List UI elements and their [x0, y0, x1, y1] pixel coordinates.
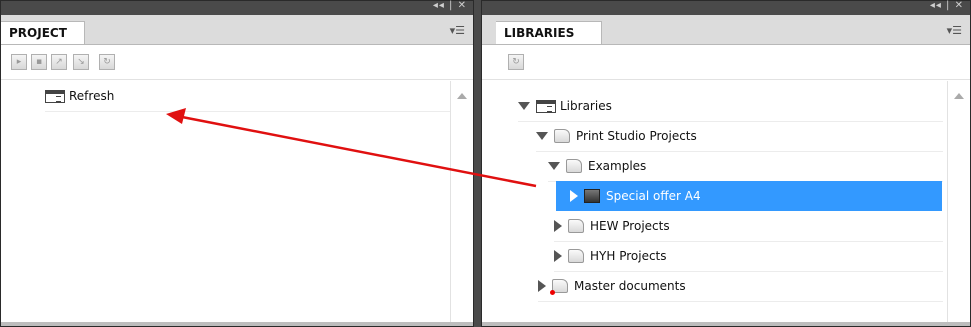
expand-arrow-icon[interactable] — [554, 250, 562, 262]
window-icon — [536, 99, 556, 113]
tree-item-special-offer-a4[interactable]: Special offer A4 — [556, 181, 942, 211]
collapse-icon[interactable]: ◂◂ | ✕ — [433, 1, 467, 11]
panel-top-strip: ◂◂ | ✕ — [1, 1, 473, 15]
expand-arrow-icon[interactable] — [570, 190, 578, 202]
libraries-tree: Libraries Print Studio Projects Examples… — [482, 81, 970, 326]
project-panel: ◂◂ | ✕ PROJECT ▾☰ ▸ ▪ ↗ ↘ ↻ Refresh — [0, 0, 474, 327]
tree-item-label: Libraries — [560, 99, 612, 113]
alert-dot-icon — [550, 290, 555, 295]
tree-item-label: Master documents — [574, 279, 686, 293]
folder-icon — [568, 249, 584, 263]
tree-item-label: Refresh — [69, 89, 115, 103]
export-icon[interactable]: ↗ — [51, 54, 67, 70]
open-icon[interactable]: ▸ — [11, 54, 27, 70]
libraries-tab-bar: LIBRARIES ▾☰ — [482, 15, 970, 45]
import-icon[interactable]: ↘ — [73, 54, 89, 70]
save-icon[interactable]: ▪ — [31, 54, 47, 70]
scroll-up-icon[interactable] — [457, 93, 467, 99]
folder-icon — [554, 129, 570, 143]
expand-arrow-icon[interactable] — [518, 102, 530, 110]
libraries-scrollbar[interactable] — [947, 81, 970, 326]
tree-item-refresh[interactable]: Refresh — [45, 81, 451, 112]
expand-arrow-icon[interactable] — [538, 280, 546, 292]
panel-menu-icon[interactable]: ▾☰ — [450, 25, 465, 36]
tab-libraries[interactable]: LIBRARIES — [496, 21, 602, 44]
project-toolbar: ▸ ▪ ↗ ↘ ↻ — [1, 45, 473, 80]
expand-arrow-icon[interactable] — [536, 132, 548, 140]
tree-item-label: Print Studio Projects — [576, 129, 697, 143]
tree-item-hyh-projects[interactable]: HYH Projects — [554, 241, 943, 272]
refresh-small-icon[interactable]: ↻ — [99, 54, 115, 70]
tree-item-label: Special offer A4 — [606, 189, 701, 203]
window-icon — [45, 89, 65, 103]
tree-item-label: HEW Projects — [590, 219, 670, 233]
folder-icon — [566, 159, 582, 173]
tree-item-print-studio-projects[interactable]: Print Studio Projects — [536, 121, 943, 152]
tree-item-label: HYH Projects — [590, 249, 667, 263]
tree-item-examples[interactable]: Examples — [548, 151, 943, 182]
expand-arrow-icon[interactable] — [554, 220, 562, 232]
panel-bottom-edge — [482, 322, 970, 326]
panel-divider[interactable] — [474, 0, 481, 327]
folder-icon — [568, 219, 584, 233]
refresh-small-icon[interactable]: ↻ — [508, 54, 524, 70]
scroll-up-icon[interactable] — [954, 93, 964, 99]
libraries-panel: ◂◂ | ✕ LIBRARIES ▾☰ ↻ Libraries Print St… — [481, 0, 971, 327]
libraries-toolbar: ↻ — [482, 45, 970, 80]
expand-arrow-icon[interactable] — [548, 162, 560, 170]
tab-project[interactable]: PROJECT — [1, 21, 85, 44]
folder-icon — [550, 279, 568, 295]
project-tab-bar: PROJECT ▾☰ — [1, 15, 473, 45]
collapse-icon[interactable]: ◂◂ | ✕ — [930, 1, 964, 11]
tree-item-libraries[interactable]: Libraries — [518, 91, 943, 122]
document-icon — [584, 189, 600, 203]
tree-item-label: Examples — [588, 159, 647, 173]
tree-item-hew-projects[interactable]: HEW Projects — [554, 211, 943, 242]
project-scrollbar[interactable] — [450, 81, 473, 326]
project-tree: Refresh — [1, 81, 473, 326]
panel-menu-icon[interactable]: ▾☰ — [947, 25, 962, 36]
tree-item-master-documents[interactable]: Master documents — [538, 271, 943, 302]
panel-bottom-edge — [1, 322, 473, 326]
panel-top-strip: ◂◂ | ✕ — [482, 1, 970, 15]
